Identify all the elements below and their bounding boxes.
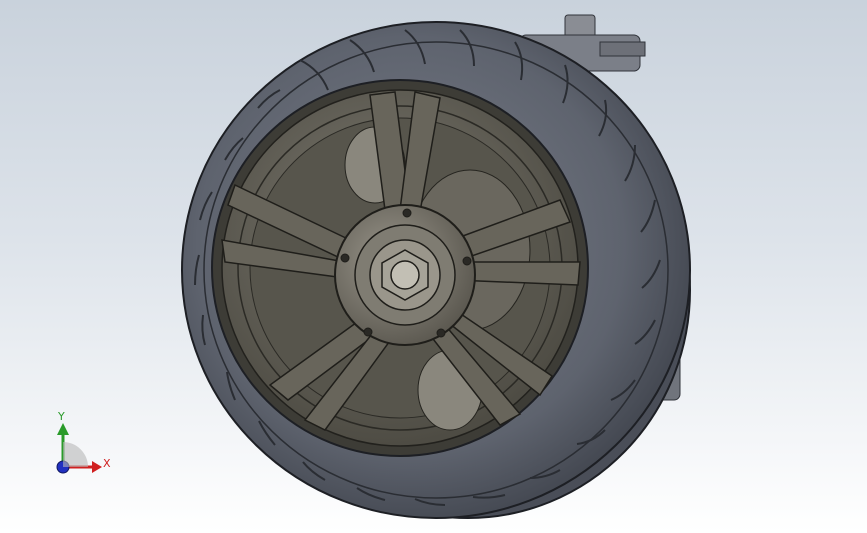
wheel-assembly-model[interactable] [0,0,867,533]
y-axis-label: Y [58,410,65,423]
graphics-viewport[interactable]: X Y [0,0,867,533]
triad-axes [56,423,102,474]
reference-triad: X Y [40,405,120,485]
wheel-hub [334,204,476,346]
x-axis-label: X [103,457,111,470]
